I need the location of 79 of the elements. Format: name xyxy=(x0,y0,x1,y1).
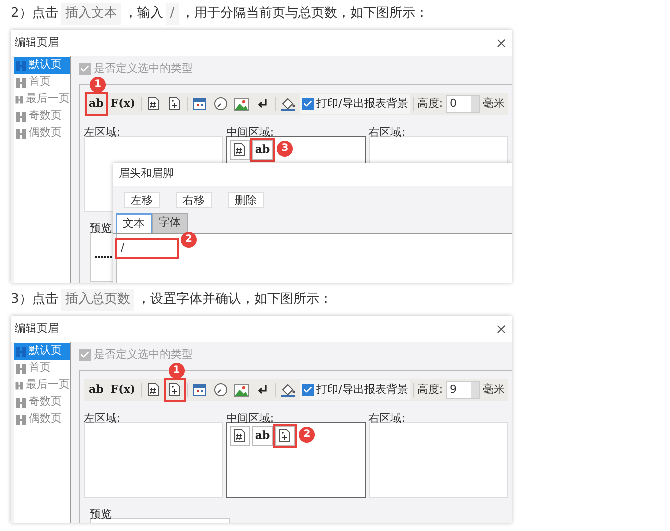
area-item[interactable] xyxy=(230,426,250,446)
page-type-icon xyxy=(15,60,27,72)
window-title: 编辑页眉 xyxy=(15,34,59,51)
image-icon xyxy=(234,384,250,396)
area-item[interactable] xyxy=(230,140,250,160)
step-text: ，用于分隔当前页与总页数，如下图所示： xyxy=(182,5,429,24)
calendar-icon xyxy=(192,97,207,111)
area-item[interactable]: ab xyxy=(252,140,274,160)
move-button[interactable]: 左移 xyxy=(124,192,160,208)
height-spinner[interactable]: 9 xyxy=(446,381,480,399)
step-marker: 1 xyxy=(90,77,106,93)
checkbox-label: 打印/导出报表背景 xyxy=(316,382,408,398)
page-type-item[interactable]: 偶数页 xyxy=(14,125,70,142)
page-type-item[interactable]: 默认页 xyxy=(14,57,70,74)
page-type-item[interactable]: 偶数页 xyxy=(14,411,70,428)
paint-bucket-icon xyxy=(280,383,296,397)
unit-label: 毫米 xyxy=(483,382,506,398)
step-text: 2）点击 xyxy=(11,5,58,24)
checkbox-label: 打印/导出报表背景 xyxy=(316,96,408,112)
page-type-item[interactable]: 默认页 xyxy=(14,343,70,360)
step-text: ，设置字体并确认，如下图所示： xyxy=(137,291,332,310)
move-button[interactable]: 删除 xyxy=(228,192,264,208)
code-chip: / xyxy=(166,3,179,25)
step-marker: 1 xyxy=(168,363,185,379)
return-arrow-icon xyxy=(256,98,269,110)
document-plus-icon xyxy=(279,429,292,443)
step-text: 3）点击 xyxy=(11,291,58,310)
document-plus-icon xyxy=(168,97,181,111)
move-button[interactable]: 右移 xyxy=(176,192,212,208)
document-plus-icon xyxy=(168,383,181,397)
popup-title: 眉头和眉脚 xyxy=(119,166,174,182)
checkbox-label: 是否定义选中的类型 xyxy=(94,346,193,363)
tab[interactable]: 文本 xyxy=(116,213,152,233)
toolbar-tool[interactable]: ab xyxy=(87,94,106,114)
area-label: 右区域: xyxy=(368,412,406,425)
paint-bucket-icon xyxy=(280,97,296,111)
close-icon[interactable] xyxy=(495,36,508,50)
checkbox-label: 是否定义选中的类型 xyxy=(94,60,193,77)
step-marker: 3 xyxy=(277,141,294,157)
area-label: 中间区域: xyxy=(226,126,274,139)
toolbar-tool[interactable]: ab xyxy=(87,380,106,400)
toolbar-tool[interactable]: F(x) xyxy=(108,94,138,114)
area-label: 左区域: xyxy=(84,412,121,425)
page-number-icon xyxy=(234,429,246,443)
page-type-icon xyxy=(15,346,27,358)
return-arrow-icon xyxy=(256,384,269,396)
checkbox[interactable] xyxy=(302,384,314,396)
code-chip: 插入总页数 xyxy=(61,289,134,311)
tab[interactable]: 字体 xyxy=(152,213,188,233)
area-item[interactable]: ab xyxy=(252,426,274,446)
area-item[interactable] xyxy=(275,426,296,446)
calendar-icon xyxy=(192,383,207,397)
step-marker: 2 xyxy=(181,232,197,248)
checkbox[interactable] xyxy=(79,63,91,75)
toolbar-tool[interactable]: F(x) xyxy=(108,380,138,400)
checkbox[interactable] xyxy=(79,349,91,361)
clock-icon xyxy=(214,97,228,111)
clock-icon xyxy=(214,383,228,397)
step-marker: 2 xyxy=(299,427,316,443)
window-title: 编辑页眉 xyxy=(15,320,59,337)
height-label: 高度: xyxy=(417,96,444,112)
area-label: 左区域: xyxy=(84,126,121,139)
image-icon xyxy=(234,98,250,110)
preview-label: 预览 xyxy=(90,508,112,521)
page-number-icon xyxy=(234,143,246,157)
page-number-icon xyxy=(148,97,160,111)
page-number-icon xyxy=(148,383,160,397)
area-label: 右区域: xyxy=(368,126,406,139)
unit-label: 毫米 xyxy=(483,96,506,112)
close-icon[interactable] xyxy=(495,322,508,336)
area-label: 中间区域: xyxy=(226,412,274,425)
code-chip: 插入文本 xyxy=(61,3,122,25)
checkbox[interactable] xyxy=(302,98,314,110)
step-text: ，输入 xyxy=(124,5,164,24)
text-input[interactable]: / xyxy=(117,240,177,257)
height-label: 高度: xyxy=(417,382,444,398)
toolbar-tool[interactable] xyxy=(166,380,184,400)
preview-label: 预览 xyxy=(90,222,112,235)
height-spinner[interactable]: 0 xyxy=(446,95,480,113)
